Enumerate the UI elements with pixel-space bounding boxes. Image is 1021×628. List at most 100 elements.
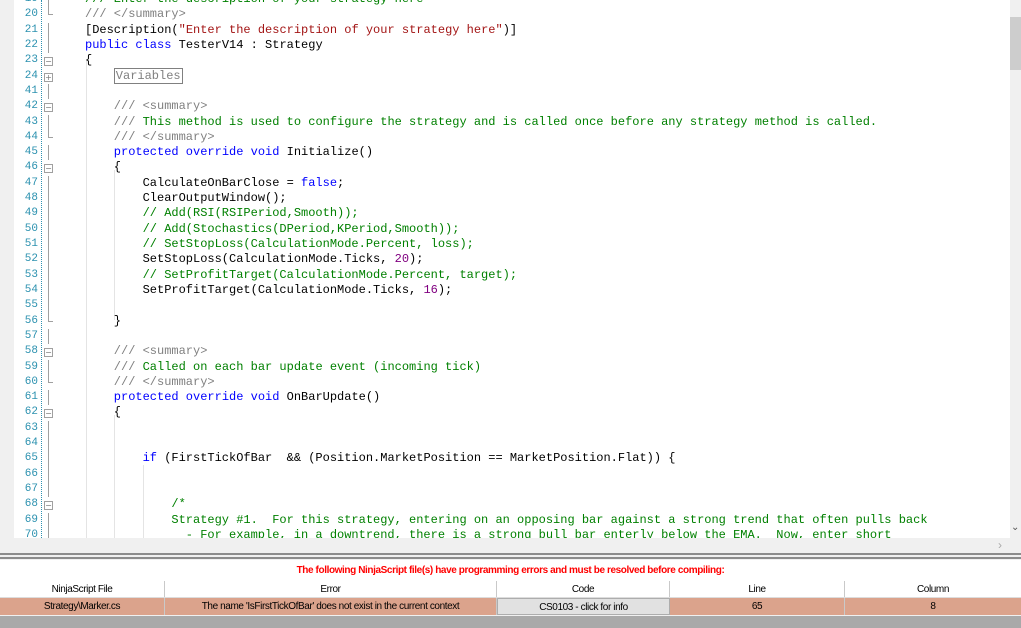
code-line[interactable]: 21 [Description("Enter the description of…	[0, 22, 1010, 38]
code-line[interactable]: 55	[0, 298, 1010, 314]
code-line[interactable]: 62− {	[0, 405, 1010, 420]
column-header-file[interactable]: NinjaScript File	[0, 581, 165, 597]
collapsed-region[interactable]: Variables	[113, 67, 183, 84]
error-code-info-button[interactable]: CS0103 - click for info	[497, 598, 670, 615]
code-line[interactable]: 66	[0, 466, 1010, 482]
code-line[interactable]: 49 // Add(RSI(RSIPeriod,Smooth));	[0, 206, 1010, 222]
code-line[interactable]: 44 /// </summary>	[0, 129, 1010, 145]
cell-error[interactable]: The name 'IsFirstTickOfBar' does not exi…	[165, 598, 497, 615]
fold-line	[48, 512, 49, 528]
code-text: // SetStopLoss(CalculationMode.Percent, …	[143, 237, 474, 252]
code-text: // Add(RSI(RSIPeriod,Smooth));	[143, 206, 359, 221]
code-text: [Description("Enter the description of y…	[85, 23, 517, 38]
column-header-column[interactable]: Column	[845, 581, 1021, 597]
code-line[interactable]: 51 // SetStopLoss(CalculationMode.Percent…	[0, 237, 1010, 253]
cell-file[interactable]: Strategy\Marker.cs	[0, 598, 165, 615]
code-line[interactable]: 41	[0, 83, 1010, 100]
code-line[interactable]: 61 protected override void OnBarUpdate()	[0, 390, 1010, 406]
code-text: {	[85, 53, 92, 68]
code-text: /// Called on each bar update event (inc…	[114, 360, 481, 375]
code-line[interactable]: 43 /// This method is used to configure t…	[0, 114, 1010, 130]
code-token: 16	[423, 282, 438, 297]
collapse-icon[interactable]: −	[44, 409, 53, 419]
line-number: 43	[24, 115, 38, 128]
code-line[interactable]: 63	[0, 420, 1010, 437]
line-number: 64	[24, 437, 38, 450]
code-line[interactable]: 70 - For example, in a downtrend, there …	[0, 527, 1010, 538]
fold-end-marker	[48, 374, 53, 383]
code-line[interactable]: 57	[0, 328, 1010, 345]
code-line[interactable]: 60 /// </summary>	[0, 374, 1010, 390]
cell-line[interactable]: 65	[670, 598, 845, 615]
line-number: 61	[24, 391, 38, 404]
code-token: public class	[85, 37, 172, 52]
code-token: // Add(RSI(RSIPeriod,Smooth));	[142, 206, 359, 221]
fold-line	[48, 83, 49, 100]
code-text: }	[114, 314, 121, 329]
code-token: Strategy #1. For this strategy, entering…	[171, 512, 928, 527]
code-line[interactable]: 42− /// <summary>	[0, 99, 1010, 114]
code-editor[interactable]: 19 /// Enter the description of your stra…	[0, 0, 1010, 538]
fold-line	[48, 420, 49, 437]
code-line[interactable]: 45 protected override void Initialize()	[0, 145, 1010, 161]
column-header-error[interactable]: Error	[165, 581, 497, 597]
collapse-icon[interactable]: −	[44, 501, 53, 511]
code-line[interactable]: 64	[0, 436, 1010, 452]
collapse-icon[interactable]: −	[44, 103, 53, 113]
scroll-right-arrow-icon[interactable]: ›	[998, 538, 1002, 552]
cell-column[interactable]: 8	[845, 598, 1021, 615]
line-number: 69	[24, 513, 38, 526]
horizontal-scrollbar[interactable]	[0, 538, 1021, 553]
code-line[interactable]: 68− /*	[0, 497, 1010, 512]
splitter[interactable]	[0, 557, 1021, 559]
code-line[interactable]: 67	[0, 482, 1010, 498]
code-text: protected override void OnBarUpdate()	[114, 390, 380, 405]
code-line[interactable]: 65 if (FirstTickOfBar && (Position.Market…	[0, 451, 1010, 467]
line-number: 50	[24, 222, 38, 235]
vertical-scroll-thumb[interactable]	[1010, 17, 1021, 70]
fold-line	[48, 114, 49, 130]
error-table: NinjaScript File Error Code Line Column …	[0, 581, 1021, 615]
code-line[interactable]: 56}	[0, 313, 1010, 329]
line-number: 24	[24, 69, 38, 82]
code-token: (FirstTickOfBar && (Position.MarketPosit…	[157, 451, 676, 466]
splitter[interactable]	[0, 553, 1021, 555]
code-line[interactable]: 24 + Variables	[0, 67, 1010, 84]
code-token: This method is used to configure the str…	[142, 114, 878, 129]
code-line[interactable]: 69 Strategy #1. For this strategy, enteri…	[0, 512, 1010, 528]
line-number: 52	[24, 253, 38, 266]
fold-line	[48, 221, 49, 237]
fold-line	[48, 390, 49, 406]
code-line[interactable]: 54 SetProfitTarget(CalculationMode.Ticks,…	[0, 282, 1010, 299]
scroll-down-arrow-icon[interactable]: ⌄	[1011, 522, 1019, 533]
table-row[interactable]: Strategy\Marker.cs The name 'IsFirstTick…	[0, 598, 1021, 615]
line-number: 23	[24, 54, 38, 67]
collapse-icon[interactable]: −	[44, 57, 53, 67]
code-text: /// <summary>	[114, 99, 208, 114]
line-number: 60	[24, 375, 38, 388]
line-number: 54	[24, 283, 38, 296]
code-line[interactable]: 47 CalculateOnBarClose = false;	[0, 175, 1010, 192]
code-token: ///	[113, 359, 143, 374]
code-line[interactable]: 52 SetStopLoss(CalculationMode.Ticks, 20)…	[0, 252, 1010, 268]
expand-icon[interactable]: +	[44, 72, 53, 82]
fold-line	[48, 37, 49, 54]
code-text: Strategy #1. For this strategy, entering…	[171, 513, 927, 528]
collapse-icon[interactable]: −	[44, 164, 53, 174]
code-line[interactable]: 46− {	[0, 160, 1010, 175]
code-line[interactable]: 20 /// </summary>	[0, 7, 1010, 22]
column-header-line[interactable]: Line	[670, 581, 845, 597]
code-line[interactable]: 59 /// Called on each bar update event (i…	[0, 359, 1010, 375]
code-line[interactable]: 23− {	[0, 53, 1010, 68]
code-line[interactable]: 53 // SetProfitTarget(CalculationMode.Per…	[0, 267, 1010, 283]
code-token: )]	[502, 22, 518, 37]
code-line[interactable]: 50 // Add(Stochastics(DPeriod,KPeriod,Smo…	[0, 221, 1010, 237]
column-header-code[interactable]: Code	[497, 581, 670, 597]
code-line[interactable]: 48 ClearOutputWindow();	[0, 191, 1010, 207]
vertical-scrollbar[interactable]	[1010, 0, 1021, 538]
code-line[interactable]: 22 public class TesterV14 : Strategy	[0, 37, 1010, 54]
code-line[interactable]: 19 /// Enter the description of your stra…	[0, 0, 1010, 8]
code-text: // SetProfitTarget(CalculationMode.Perce…	[143, 268, 517, 283]
collapse-icon[interactable]: −	[44, 348, 53, 358]
code-line[interactable]: 58− /// <summary>	[0, 344, 1010, 359]
